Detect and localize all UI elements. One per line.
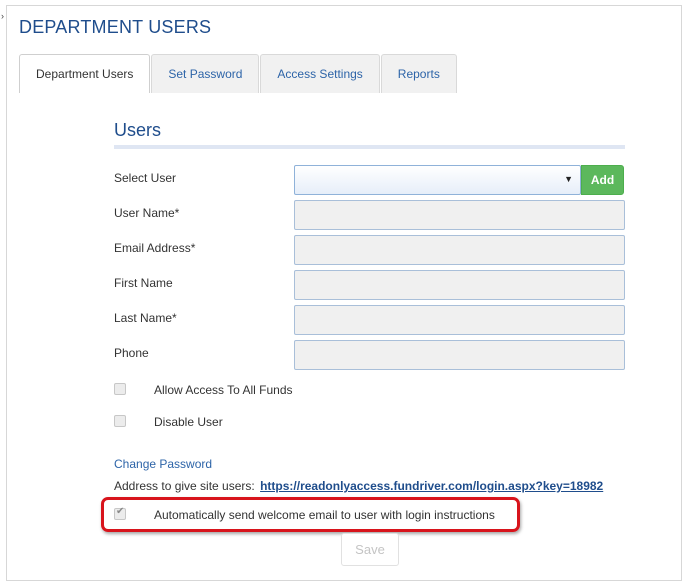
email-address-label: Email Address* [114, 241, 196, 255]
last-name-label: Last Name* [114, 311, 177, 325]
dropdown-arrow-icon: ▼ [564, 174, 573, 184]
first-name-label: First Name [114, 276, 173, 290]
first-name-field[interactable] [294, 270, 625, 300]
section-divider [114, 145, 625, 149]
allow-all-funds-label: Allow Access To All Funds [154, 383, 293, 397]
select-user-dropdown[interactable]: ▼ [294, 165, 581, 195]
user-name-field[interactable] [294, 200, 625, 230]
phone-field[interactable] [294, 340, 625, 370]
tab-department-users[interactable]: Department Users [19, 54, 151, 93]
page-title: DEPARTMENT USERS [19, 17, 212, 37]
add-user-button[interactable]: Add [581, 165, 624, 195]
tab-set-password[interactable]: Set Password [151, 54, 260, 93]
last-name-field[interactable] [294, 305, 625, 335]
user-name-label: User Name* [114, 206, 180, 220]
save-button[interactable]: Save [341, 533, 399, 566]
site-address-label: Address to give site users: [114, 479, 255, 493]
change-password-link[interactable]: Change Password [114, 457, 212, 471]
site-address-line: Address to give site users: https://read… [114, 479, 603, 493]
allow-all-funds-checkbox[interactable] [114, 383, 126, 395]
tab-bar: Department Users Set Password Access Set… [19, 54, 458, 93]
welcome-email-checkbox[interactable]: ✔ [114, 506, 126, 520]
disable-user-label: Disable User [154, 415, 223, 429]
disable-user-checkbox[interactable] [114, 415, 126, 427]
welcome-email-label: Automatically send welcome email to user… [154, 508, 495, 522]
section-title: Users [114, 120, 162, 140]
check-mark-icon: ✔ [116, 506, 125, 517]
phone-label: Phone [114, 346, 149, 360]
tab-access-settings[interactable]: Access Settings [260, 54, 380, 93]
window-edge-marker: › [1, 11, 4, 21]
email-address-field[interactable] [294, 235, 625, 265]
site-address-link[interactable]: https://readonlyaccess.fundriver.com/log… [260, 479, 603, 493]
select-user-label: Select User [114, 171, 177, 185]
tab-reports[interactable]: Reports [380, 54, 457, 93]
